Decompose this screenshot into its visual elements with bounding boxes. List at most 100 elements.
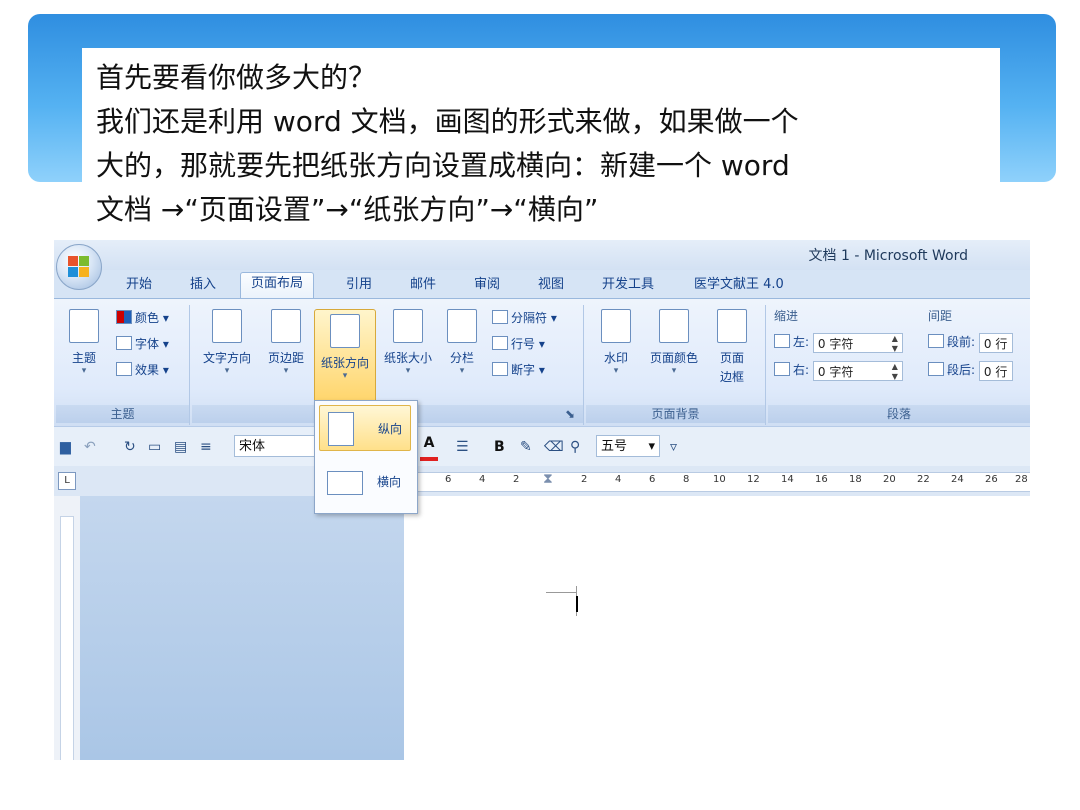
indent-left-row: 左: 0 字符 ▲ ▼	[774, 331, 903, 353]
title-bar: 文档 1 - Microsoft Word	[54, 240, 1030, 270]
chevron-down-icon: ▾	[81, 366, 87, 376]
tab-medical-lit[interactable]: 医学文献王 4.0	[684, 274, 794, 298]
orientation-icon	[330, 314, 360, 348]
format-painter-icon[interactable]: ✎	[520, 439, 532, 455]
themes-icon	[69, 309, 99, 343]
ruler-tick: 26	[985, 474, 998, 485]
ribbon-tabs: 开始 插入 页面布局 引用 邮件 审阅 视图 开发工具 医学文献王 4.0	[54, 270, 1030, 299]
spinner-arrows-icon[interactable]: ▲ ▼	[892, 334, 898, 354]
horizontal-ruler: L 6 4 2 ⧗ 2 4 6 8 10 12 14 16 18 20 22 2…	[54, 466, 1030, 497]
orientation-landscape-item[interactable]: 横向	[319, 459, 411, 505]
slide-instructions: 首先要看你做多大的？ 我们还是利用 word 文档，画图的形式来做，如果做一个 …	[82, 48, 1000, 228]
ruler-tick: 24	[951, 474, 964, 485]
find-icon[interactable]: ⚲	[570, 439, 580, 455]
document-page[interactable]	[404, 496, 1030, 760]
breaks-icon	[492, 310, 508, 324]
theme-fonts-button[interactable]: 字体 ▾	[116, 333, 169, 355]
vertical-ruler	[54, 496, 81, 760]
spinner-arrows-icon[interactable]: ▲ ▼	[892, 362, 898, 382]
indent-right-icon	[774, 362, 790, 376]
page-color-button[interactable]: 页面颜色 ▾	[642, 309, 706, 376]
line-numbers-button[interactable]: 行号 ▾	[492, 333, 545, 355]
customize-icon[interactable]: ≡	[200, 439, 212, 455]
font-color-icon[interactable]: A	[420, 435, 438, 461]
portrait-page-icon	[328, 412, 354, 446]
spacing-after-input[interactable]: 0 行	[978, 360, 1013, 381]
office-button[interactable]	[56, 244, 102, 290]
indent-right-input[interactable]: 0 字符 ▲ ▼	[812, 360, 903, 382]
ruler-tick: 6	[445, 474, 452, 485]
tab-references[interactable]: 引用	[336, 274, 382, 298]
ruler-tick: 10	[713, 474, 726, 485]
ruler-tick: 16	[815, 474, 828, 485]
orientation-portrait-item[interactable]: 纵向	[319, 405, 411, 451]
dialog-launcher-icon[interactable]: ⬊	[565, 407, 575, 421]
hyphenation-button[interactable]: 断字 ▾	[492, 359, 545, 381]
hyphenation-icon	[492, 362, 508, 376]
open-icon[interactable]: ▤	[174, 439, 187, 455]
chevron-down-icon: ▾	[613, 366, 619, 376]
ruler-tick: 14	[781, 474, 794, 485]
columns-button[interactable]: 分栏 ▾	[442, 309, 482, 376]
text-direction-icon	[212, 309, 242, 343]
spacing-before-input[interactable]: 0 行	[978, 332, 1013, 353]
fonts-icon	[116, 336, 132, 350]
orientation-button[interactable]: 纸张方向 ▾	[314, 309, 376, 403]
ruler-tick: 28	[1015, 474, 1028, 485]
ribbon: 主题 ▾ 颜色 ▾ 字体 ▾ 效果 ▾ 主题 文字方向 ▾ 页边距 ▾ 纸张方向	[54, 298, 1030, 427]
page-color-icon	[659, 309, 689, 343]
size-button[interactable]: 纸张大小 ▾	[378, 309, 438, 376]
ruler-tick: 4	[615, 474, 622, 485]
chevron-down-icon: ▾	[283, 366, 289, 376]
toolbar-more-icon[interactable]: ▿	[670, 439, 677, 455]
paper-size-icon	[393, 309, 423, 343]
text-direction-button[interactable]: 文字方向 ▾	[196, 309, 258, 376]
ruler-tick: 4	[479, 474, 486, 485]
redo-icon[interactable]: ↻	[124, 439, 136, 455]
spacing-after-row: 段后: 0 行	[928, 359, 1013, 381]
indent-left-input[interactable]: 0 字符 ▲ ▼	[812, 332, 903, 354]
tab-home[interactable]: 开始	[116, 274, 162, 298]
margins-button[interactable]: 页边距 ▾	[262, 309, 310, 376]
tab-view[interactable]: 视图	[528, 274, 574, 298]
watermark-button[interactable]: 水印 ▾	[596, 309, 636, 376]
indent-marker-icon[interactable]: ⧗	[543, 471, 553, 487]
theme-effects-button[interactable]: 效果 ▾	[116, 359, 169, 381]
paragraph-group-label: 段落	[768, 405, 1030, 423]
group-paragraph: 缩进 左: 0 字符 ▲ ▼ 右: 0 字符 ▲ ▼ 间距 段前: 0 行 段后: 0 …	[768, 305, 1030, 425]
ruler-tick: 12	[747, 474, 760, 485]
watermark-icon	[601, 309, 631, 343]
bold-icon[interactable]: B	[494, 439, 505, 455]
tab-review[interactable]: 审阅	[464, 274, 510, 298]
instruction-line-3: 大的，那就要先把纸张方向设置成横向：新建一个 word	[96, 149, 790, 182]
chevron-down-icon: ▾	[224, 366, 230, 376]
ruler-tick: 2	[513, 474, 520, 485]
tab-page-layout[interactable]: 页面布局	[240, 272, 315, 299]
instruction-line-4: 文档 →“页面设置”→“纸张方向”→“横向”	[96, 193, 599, 226]
tab-insert[interactable]: 插入	[180, 274, 226, 298]
print-preview-icon[interactable]: ▭	[148, 439, 161, 455]
text-cursor	[576, 596, 578, 612]
spacing-before-icon	[928, 334, 944, 348]
themes-button[interactable]: 主题 ▾	[62, 309, 106, 376]
line-spacing-icon[interactable]: ☰	[456, 439, 469, 455]
tab-selector-icon[interactable]: L	[58, 472, 76, 490]
breaks-button[interactable]: 分隔符 ▾	[492, 307, 557, 329]
chevron-down-icon: ▾	[648, 439, 655, 454]
landscape-page-icon	[327, 471, 363, 495]
page-borders-button[interactable]: 页面 边框	[712, 309, 752, 385]
margins-icon	[271, 309, 301, 343]
document-background	[80, 496, 404, 760]
tab-mailings[interactable]: 邮件	[400, 274, 446, 298]
undo-icon[interactable]: ↶	[84, 439, 96, 455]
quick-access-toolbar: ▆ ↶ ↻ ▭ ▤ ≡ 宋体 A ☰ B ✎ ⌫ ⚲ 五号 ▾ ▿	[54, 426, 1030, 467]
theme-colors-button[interactable]: 颜色 ▾	[116, 307, 169, 329]
save-icon[interactable]: ▆	[60, 439, 71, 455]
spacing-before-row: 段前: 0 行	[928, 331, 1013, 353]
tab-developer[interactable]: 开发工具	[592, 274, 664, 298]
clear-format-icon[interactable]: ⌫	[544, 439, 564, 455]
ruler-tick: 8	[683, 474, 690, 485]
ruler-tick: 18	[849, 474, 862, 485]
font-size-input[interactable]: 五号 ▾	[596, 435, 660, 457]
ruler-strip[interactable]: 6 4 2 ⧗ 2 4 6 8 10 12 14 16 18 20 22 24 …	[414, 471, 1030, 492]
